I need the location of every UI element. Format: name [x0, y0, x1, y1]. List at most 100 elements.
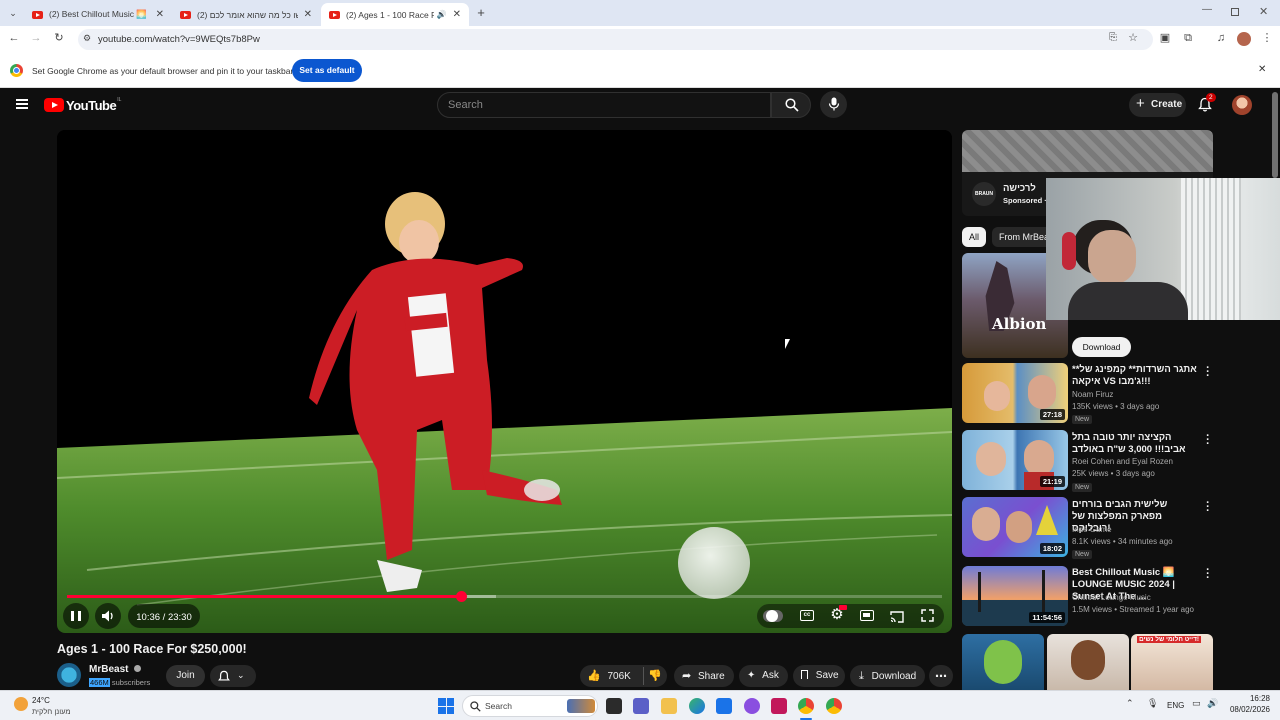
weather-widget[interactable]: 24°C מעונן חלקית	[10, 694, 90, 718]
subscriber-count: 466M subscribers	[89, 678, 150, 687]
short-thumbnail[interactable]	[1047, 634, 1129, 690]
hamburger-menu-icon[interactable]	[16, 99, 28, 109]
youtube-logo[interactable]: YouTube IL	[44, 97, 121, 113]
webcam-overlay	[1046, 178, 1280, 320]
notifications-button[interactable]: 2	[1198, 93, 1216, 113]
tray-overflow-icon[interactable]: ⌃	[1126, 698, 1134, 709]
task-view-icon[interactable]	[606, 698, 622, 714]
short-thumbnail[interactable]	[962, 634, 1044, 690]
install-app-icon[interactable]: ⎘	[1104, 29, 1122, 47]
video-thumbnail[interactable]: 27:18	[962, 363, 1068, 423]
fullscreen-icon	[921, 609, 934, 622]
chrome-taskbar-icon[interactable]	[798, 698, 814, 714]
messenger-icon[interactable]	[744, 698, 760, 714]
video-thumbnail[interactable]: 21:19	[962, 430, 1068, 490]
tab-list-icon[interactable]: ⌄	[6, 6, 20, 20]
dislike-button[interactable]: 👎	[643, 667, 662, 685]
clock[interactable]: 16:28 08/02/2026	[1222, 694, 1270, 714]
taskbar-search[interactable]: Search	[462, 695, 598, 717]
short-thumbnail-text: דייט חלומי של נשים!	[1137, 636, 1202, 643]
file-explorer-icon[interactable]	[661, 698, 677, 714]
edge-icon[interactable]	[689, 698, 705, 714]
chrome-profile-taskbar-icon[interactable]	[826, 698, 842, 714]
chip-all[interactable]: All	[962, 227, 986, 247]
search-input[interactable]: Search	[437, 92, 771, 118]
app-icon[interactable]	[771, 698, 787, 714]
volume-tray-icon[interactable]: 🔊	[1207, 698, 1218, 709]
more-options-icon[interactable]: · · ·	[1203, 363, 1213, 382]
speaker-icon[interactable]: 🔊	[437, 10, 447, 19]
mute-button[interactable]	[95, 603, 121, 629]
profile-avatar[interactable]	[1237, 32, 1251, 46]
microphone-tray-icon[interactable]: 🎙	[1147, 698, 1158, 709]
start-button[interactable]	[438, 698, 454, 714]
browser-tab[interactable]: (2) Best Chillout Music 🌅 LOU ✕	[24, 3, 172, 26]
progress-bar-track[interactable]	[67, 591, 942, 602]
more-actions-button[interactable]: ⋯	[929, 665, 953, 687]
video-channel[interactable]: Noam Firuz	[1072, 389, 1200, 401]
more-options-icon[interactable]: · · ·	[1203, 431, 1213, 450]
more-options-icon[interactable]: · · ·	[1203, 565, 1213, 584]
join-button[interactable]: Join	[166, 665, 205, 687]
language-indicator[interactable]: ENG	[1167, 701, 1184, 710]
close-window-icon[interactable]: ✕	[1259, 5, 1268, 18]
more-options-icon[interactable]: · · ·	[1203, 498, 1213, 517]
video-title[interactable]: **אתגר השרדות** קמפינג של איקאה VS ג'מבו…	[1072, 364, 1200, 388]
share-button[interactable]: ➦ Share	[674, 665, 734, 687]
video-thumbnail[interactable]: 18:02	[962, 497, 1068, 557]
voice-search-button[interactable]	[820, 91, 847, 118]
save-button[interactable]: Save	[793, 665, 845, 687]
chrome-menu-icon[interactable]: ⋮	[1258, 29, 1276, 47]
set-as-default-button[interactable]: Set as default	[292, 59, 362, 82]
close-tab-icon[interactable]: ✕	[298, 9, 312, 20]
browser-tab-active[interactable]: (2) Ages 1 - 100 Race For $2 🔊 ✕	[321, 3, 469, 26]
account-avatar[interactable]	[1232, 95, 1252, 115]
short-thumbnail[interactable]: דייט חלומי של נשים!	[1131, 634, 1213, 690]
close-tab-icon[interactable]: ✕	[447, 9, 461, 20]
ad-banner-image[interactable]	[962, 130, 1213, 172]
extension-icon[interactable]: ▣	[1156, 29, 1174, 47]
share-label: Share	[698, 671, 725, 682]
video-duration: 18:02	[1039, 543, 1065, 554]
video-title[interactable]: הקציצה יותר טובה בתל אביב!!! 3,000 ש"ח ב…	[1072, 432, 1200, 456]
teams-icon[interactable]	[633, 698, 649, 714]
cast-button[interactable]	[890, 610, 904, 623]
site-info-icon[interactable]: ⚙	[83, 33, 91, 44]
subscribed-notifications-button[interactable]: ⌄	[210, 665, 256, 687]
url-field[interactable]: ⚙ youtube.com/watch?v=9WEQts7b8Pw	[78, 29, 1153, 50]
new-tab-button[interactable]: +	[474, 5, 488, 21]
page-scrollbar[interactable]	[1272, 92, 1278, 178]
minimize-icon[interactable]: —	[1202, 4, 1216, 15]
theater-mode-button[interactable]	[860, 610, 874, 621]
video-player[interactable]: 10:36 / 23:30 cc ⚙	[57, 130, 952, 633]
closed-captions-button[interactable]: cc	[800, 610, 814, 621]
reload-icon[interactable]: ↻	[50, 29, 68, 47]
network-icon[interactable]: ▭	[1192, 698, 1201, 709]
media-control-icon[interactable]: ♫	[1212, 29, 1230, 47]
download-button[interactable]: ⤓ Download	[850, 665, 925, 687]
like-button[interactable]: 👍 706K	[587, 667, 633, 685]
browser-tab[interactable]: (2) תעשו כל מה שהוא אומר לכם ✕	[172, 3, 320, 26]
autoplay-toggle[interactable]	[763, 610, 783, 622]
channel-name[interactable]: MrBeast	[89, 664, 142, 675]
bookmark-star-icon[interactable]: ☆	[1124, 29, 1142, 47]
ask-button[interactable]: ✦ Ask	[739, 665, 788, 687]
video-channel[interactable]: Inde Game	[1072, 524, 1200, 536]
fullscreen-button[interactable]	[921, 609, 934, 622]
video-thumbnail[interactable]: 11:54:56	[962, 566, 1068, 626]
video-channel[interactable]: Roei Cohen and Eyal Rozen	[1072, 456, 1200, 468]
game-ad-download-button[interactable]: Download	[1072, 337, 1131, 357]
back-icon[interactable]: ←	[5, 29, 23, 47]
maximize-icon[interactable]	[1231, 8, 1239, 16]
settings-button[interactable]: ⚙	[828, 605, 847, 624]
close-infobar-icon[interactable]: ✕	[1258, 64, 1266, 75]
forward-icon[interactable]: →	[27, 29, 45, 47]
pause-button[interactable]	[63, 603, 89, 629]
close-tab-icon[interactable]: ✕	[150, 9, 164, 20]
search-button[interactable]	[771, 92, 811, 118]
puzzle-extensions-icon[interactable]: ⧉	[1179, 29, 1197, 47]
create-button[interactable]: + Create	[1129, 93, 1186, 117]
channel-avatar[interactable]	[57, 663, 81, 687]
video-channel[interactable]: Chillout Lounge Music	[1072, 592, 1200, 604]
store-icon[interactable]	[716, 698, 732, 714]
